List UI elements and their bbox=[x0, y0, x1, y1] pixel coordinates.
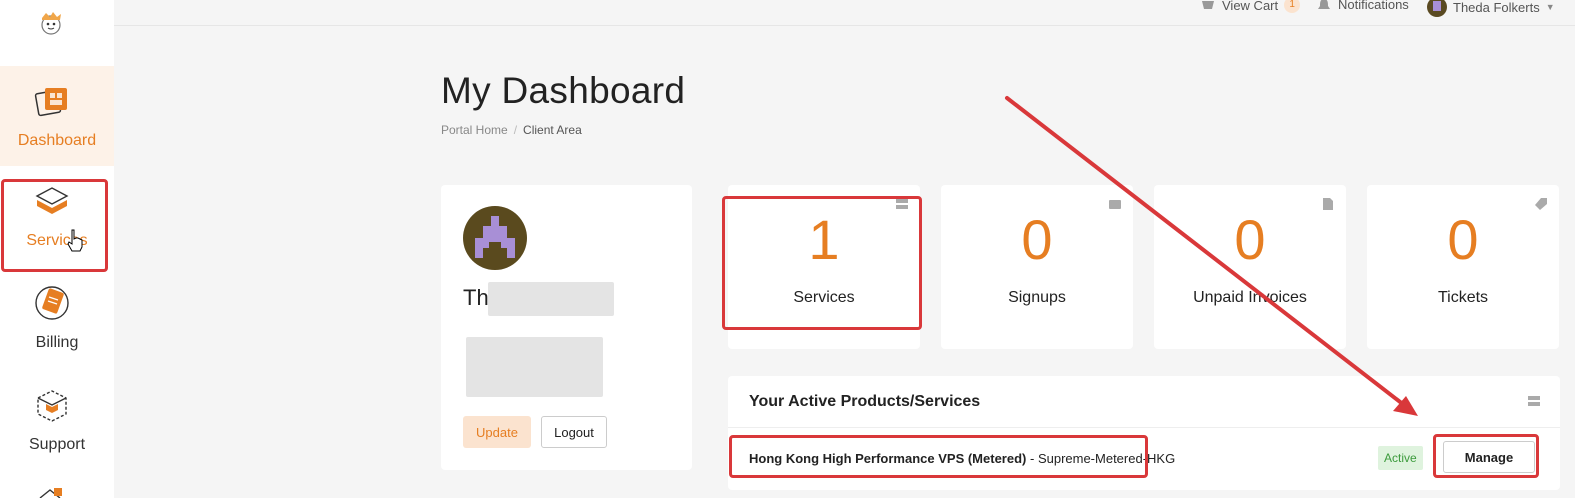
breadcrumb-portal-home[interactable]: Portal Home bbox=[441, 123, 508, 137]
hand-cursor-icon bbox=[66, 228, 84, 252]
cart-icon bbox=[1200, 0, 1216, 12]
stat-card-signups[interactable]: 0 Signups bbox=[941, 185, 1133, 349]
redacted-address bbox=[466, 337, 603, 397]
avatar bbox=[1427, 0, 1447, 17]
breadcrumb-separator: / bbox=[513, 123, 518, 137]
sidebar-item-services[interactable]: Services bbox=[0, 166, 114, 266]
cart-count-badge: 1 bbox=[1284, 0, 1301, 13]
top-bar: View Cart 1 Notifications Theda Folkerts… bbox=[114, 0, 1575, 26]
avatar bbox=[463, 206, 527, 270]
sidebar-item-billing[interactable]: Billing bbox=[0, 268, 114, 368]
manage-button[interactable]: Manage bbox=[1443, 441, 1535, 473]
product-plan: Supreme-Metered-HKG bbox=[1037, 451, 1176, 466]
sidebar-item-support[interactable]: Support bbox=[0, 370, 114, 470]
view-cart-label: View Cart bbox=[1222, 0, 1279, 13]
sidebar: Dashboard Services Billing Support bbox=[0, 0, 114, 498]
redacted-name bbox=[488, 282, 614, 316]
user-name: Theda Folkerts bbox=[1453, 0, 1540, 15]
sidebar-item-label: Billing bbox=[35, 334, 79, 351]
page-title: My Dashboard bbox=[441, 70, 686, 111]
active-products-panel: Your Active Products/Services Hong Kong … bbox=[728, 376, 1560, 490]
update-button[interactable]: Update bbox=[463, 416, 531, 448]
services-icon bbox=[31, 178, 73, 220]
stat-card-unpaid-invoices[interactable]: 0 Unpaid Invoices bbox=[1154, 185, 1346, 349]
billing-icon bbox=[31, 282, 73, 324]
stat-label: Signups bbox=[1008, 289, 1066, 306]
notifications-link[interactable]: Notifications bbox=[1316, 0, 1409, 12]
stat-card-services[interactable]: 1 Services bbox=[728, 185, 920, 349]
panel-title: Your Active Products/Services bbox=[749, 393, 981, 410]
stat-label: Unpaid Invoices bbox=[1193, 289, 1307, 306]
support-icon bbox=[31, 384, 73, 426]
dashboard-icon bbox=[31, 80, 73, 122]
chevron-down-icon: ▼ bbox=[1545, 2, 1555, 12]
divider bbox=[728, 427, 1560, 428]
server-icon bbox=[1528, 394, 1540, 406]
sidebar-more-icon[interactable] bbox=[36, 484, 66, 498]
stat-value: 1 bbox=[808, 208, 840, 271]
view-cart-link[interactable]: View Cart 1 bbox=[1200, 0, 1301, 13]
stat-value: 0 bbox=[1234, 208, 1266, 271]
stat-card-tickets[interactable]: 0 Tickets bbox=[1367, 185, 1559, 349]
product-separator: - bbox=[1026, 451, 1038, 466]
bell-icon bbox=[1316, 0, 1332, 12]
sidebar-item-label: Support bbox=[28, 436, 86, 453]
sidebar-item-label: Dashboard bbox=[17, 132, 97, 149]
status-badge: Active bbox=[1378, 446, 1423, 470]
profile-name: Th bbox=[463, 285, 489, 310]
sidebar-item-label: Services bbox=[26, 232, 88, 249]
stat-value: 0 bbox=[1447, 208, 1479, 271]
profile-card: Th Update Logout bbox=[441, 185, 692, 470]
logout-button[interactable]: Logout bbox=[541, 416, 607, 448]
stat-label: Services bbox=[793, 289, 855, 306]
user-menu[interactable]: Theda Folkerts ▼ bbox=[1427, 0, 1555, 17]
sidebar-item-dashboard[interactable]: Dashboard bbox=[0, 66, 114, 166]
stat-value: 0 bbox=[1021, 208, 1053, 271]
product-name: Hong Kong High Performance VPS (Metered) bbox=[749, 451, 1027, 466]
breadcrumb: Portal Home / Client Area bbox=[441, 123, 582, 137]
stat-label: Tickets bbox=[1437, 289, 1489, 306]
brand-logo-icon[interactable] bbox=[36, 8, 66, 38]
breadcrumb-client-area: Client Area bbox=[523, 123, 582, 137]
product-row[interactable]: Hong Kong High Performance VPS (Metered)… bbox=[749, 451, 1175, 466]
notifications-label: Notifications bbox=[1338, 0, 1409, 12]
